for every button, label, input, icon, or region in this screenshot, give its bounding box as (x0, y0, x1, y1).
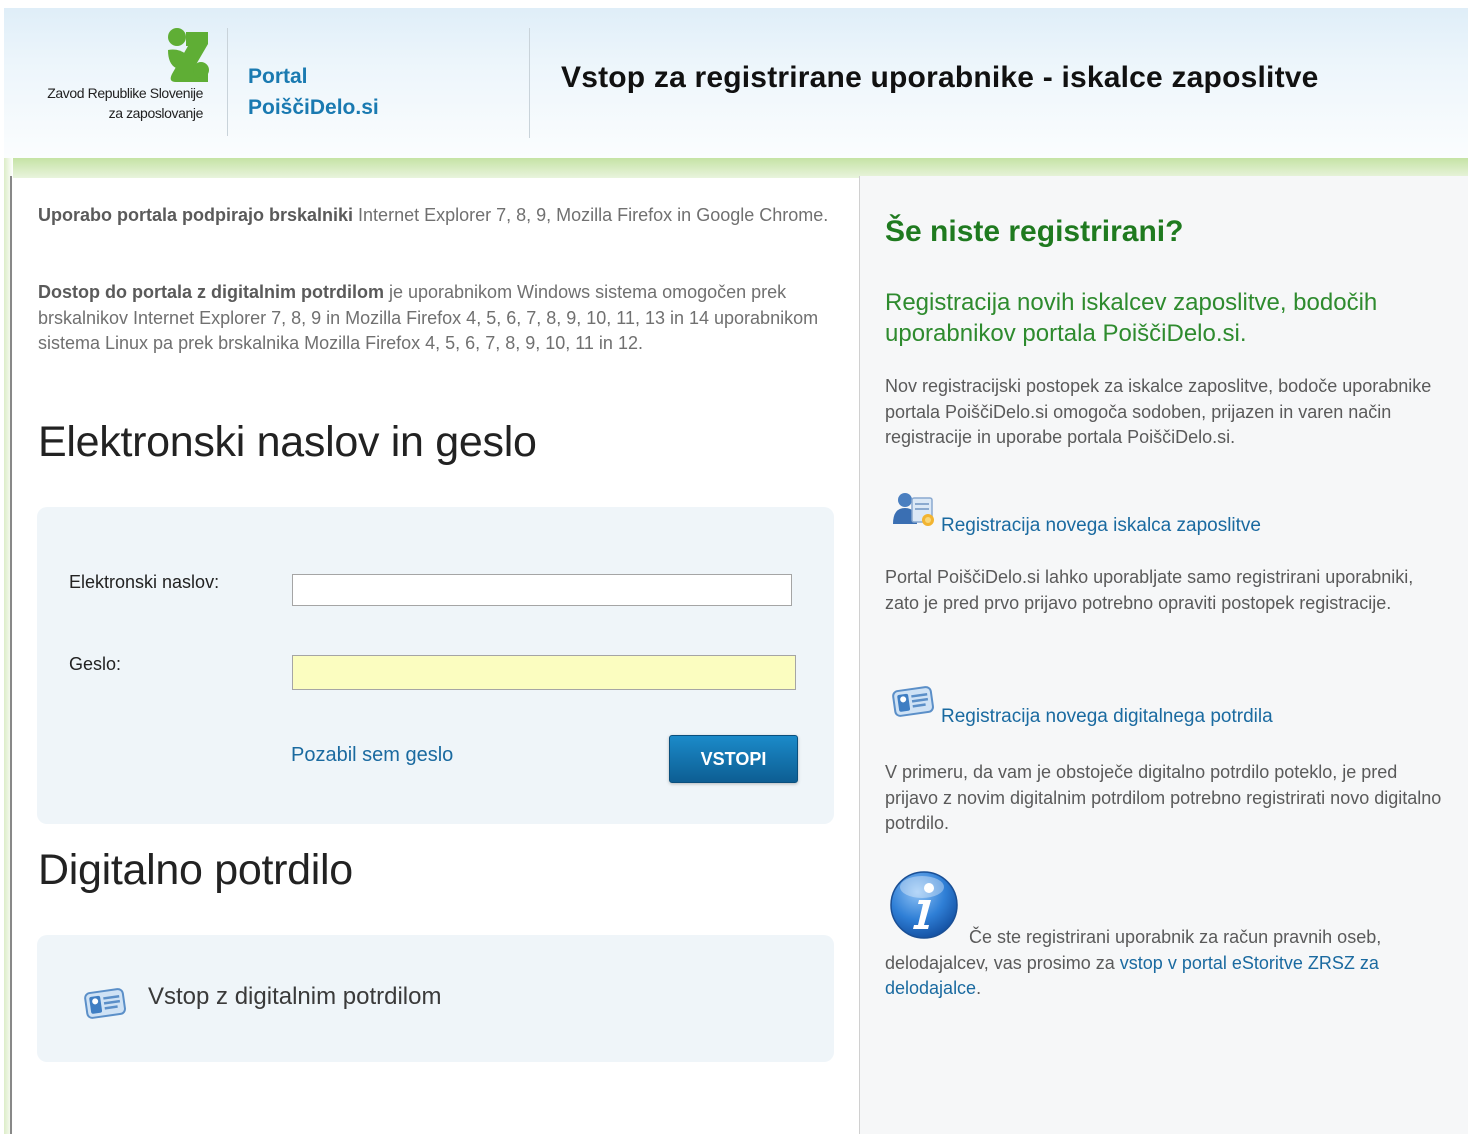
certificate-login-link[interactable]: Vstop z digitalnim potrdilom (148, 983, 441, 1011)
login-submit-button[interactable]: VSTOPI (669, 735, 798, 783)
registration-intro: Nov registracijski postopek za iskalce z… (885, 376, 1432, 447)
org-name-line1: Zavod Republike Slovenije (47, 85, 203, 101)
portal-name-line2[interactable]: PoiščiDelo.si (248, 96, 379, 120)
email-input[interactable] (292, 574, 792, 606)
browser-support-note: Uporabo portala podpirajo brskalniki Int… (38, 203, 838, 229)
email-login-heading: Elektronski naslov in geslo (38, 418, 537, 466)
password-input[interactable] (292, 655, 796, 690)
certificate-heading: Digitalno potrdilo (38, 846, 353, 894)
certificate-support-note: Dostop do portala z digitalnim potrdilom… (38, 280, 833, 357)
password-label: Geslo: (69, 654, 122, 674)
org-name-line2: za zaposlovanje (108, 105, 204, 121)
page-title: Vstop za registrirane uporabnike - iskal… (561, 61, 1319, 94)
new-certificate-registration-text: V primeru, da vam je obstoječe digitalno… (885, 762, 1442, 833)
new-user-registration-text: Portal PoiščiDelo.si lahko uporabljate s… (885, 567, 1414, 613)
email-label: Elektronski naslov: (69, 572, 220, 592)
certificate-support-bold: Dostop do portala z digitalnim potrdilom (38, 282, 384, 302)
header-divider (529, 28, 530, 138)
forgot-password-link[interactable]: Pozabil sem geslo (291, 744, 453, 767)
registration-subtitle: Registracija novih iskalcev zaposlitve, … (885, 289, 1378, 347)
legal-entities-note: Če ste registrirani uporabnik za račun p… (885, 925, 1455, 1002)
id-card-icon[interactable] (83, 985, 127, 1021)
user-registration-icon[interactable] (891, 490, 937, 530)
content-top-band (4, 158, 1468, 178)
content-left-rule (10, 176, 12, 1134)
portal-name-line1[interactable]: Portal (248, 65, 308, 89)
legal-entities-text-end: . (976, 978, 982, 998)
new-certificate-registration-link[interactable]: Registracija novega digitalnega potrdila (941, 706, 1273, 728)
browser-support-bold: Uporabo portala podpirajo brskalniki (38, 205, 354, 225)
site-header: Zavod Republike Slovenije za zaposlovanj… (4, 8, 1468, 158)
column-divider (859, 176, 860, 1134)
zrsz-logo-icon[interactable] (164, 28, 210, 86)
new-user-registration-link[interactable]: Registracija novega iskalca zaposlitve (941, 515, 1261, 537)
browser-support-text: Internet Explorer 7, 8, 9, Mozilla Firef… (353, 205, 829, 225)
registration-title: Še niste registrirani? (885, 215, 1184, 248)
header-divider (227, 28, 228, 136)
id-card-icon[interactable] (891, 683, 935, 719)
